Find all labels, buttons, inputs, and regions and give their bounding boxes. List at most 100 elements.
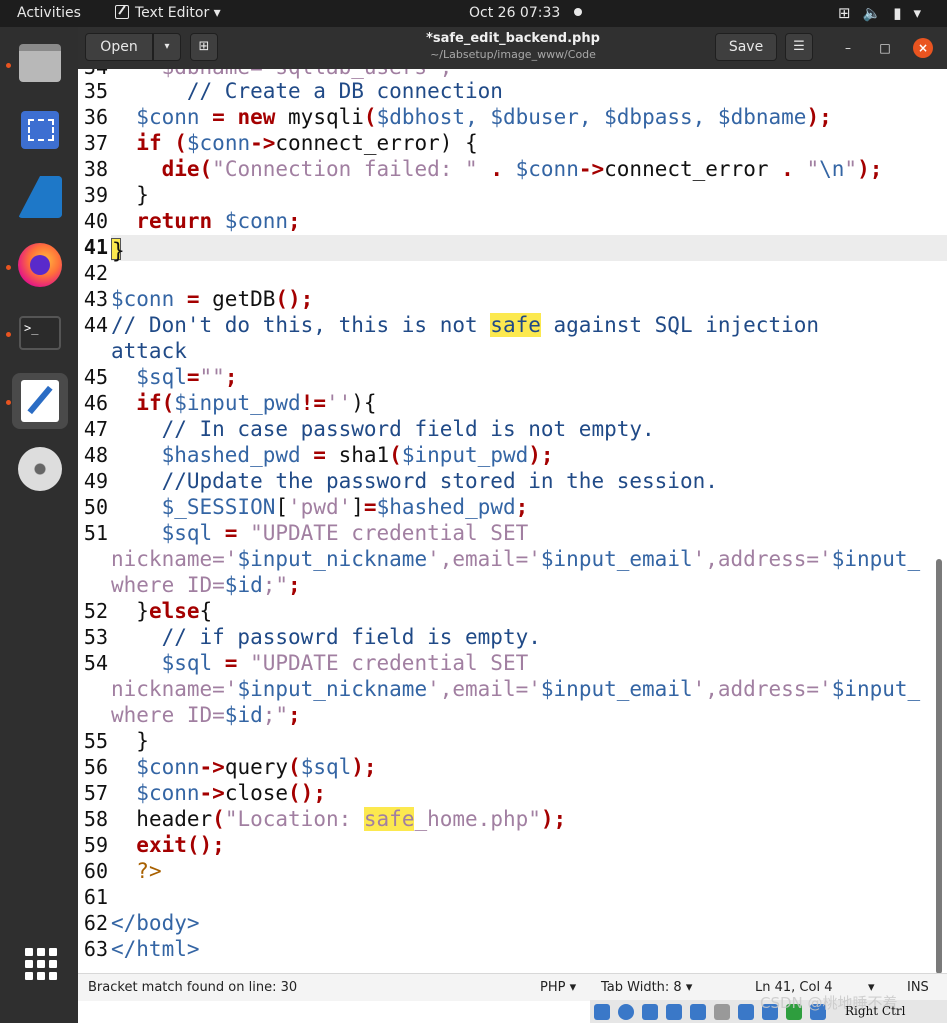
line-number: 51	[83, 521, 108, 545]
battery-icon: ▮	[893, 4, 902, 22]
shared-folder-icon[interactable]	[690, 1004, 706, 1020]
system-tray[interactable]: ⊞ 🔈 ▮ ▾	[838, 0, 933, 27]
chevron-down-icon: ▾	[213, 5, 221, 21]
code-token: $dbname="sqllab_users";	[111, 69, 453, 79]
code-token: }	[136, 599, 149, 623]
dock-disc[interactable]	[12, 441, 68, 497]
code-token: $_SESSION	[161, 495, 276, 519]
code-line: $dbname="sqllab_users";	[111, 69, 453, 79]
line-number: 59	[83, 833, 108, 857]
firefox-icon	[18, 243, 62, 287]
code-line: $sql = "UPDATE credential SET	[111, 651, 529, 675]
current-line-highlight	[111, 235, 947, 261]
running-indicator	[6, 400, 11, 405]
language-selector[interactable]: PHP ▾	[540, 974, 576, 1002]
close-button[interactable]: ×	[913, 38, 933, 58]
dock-files[interactable]	[12, 35, 68, 91]
code-line: </html>	[111, 937, 200, 961]
line-number: 53	[83, 625, 108, 649]
code-token: (	[161, 131, 187, 155]
code-token: ',email='	[427, 677, 541, 701]
text-editor-icon	[21, 380, 59, 422]
dock-screenshot[interactable]	[12, 102, 68, 158]
optical-drive-icon[interactable]	[618, 1004, 634, 1020]
code-token: =	[174, 287, 213, 311]
code-token: ();	[288, 781, 326, 805]
code-token: $hashed_pwd	[161, 443, 301, 467]
code-token: $conn	[186, 131, 251, 155]
window-subtitle: ~/Labsetup/image_www/Code	[430, 48, 596, 61]
code-line: $sql="";	[111, 365, 237, 389]
code-token: {	[199, 599, 213, 623]
code-token: ',address='	[692, 547, 832, 571]
save-button[interactable]: Save	[715, 33, 777, 61]
recording-icon[interactable]	[738, 1004, 754, 1020]
dock-firefox[interactable]	[12, 237, 68, 293]
open-button[interactable]: Open	[85, 33, 153, 61]
code-token: if	[136, 391, 162, 415]
dock-terminal[interactable]: >_	[12, 305, 68, 361]
code-line: $hashed_pwd = sha1($input_pwd);	[111, 443, 554, 467]
code-line-wrap: nickname='$input_nickname',email='$input…	[111, 677, 920, 701]
line-number: 47	[83, 417, 108, 441]
code-token: }	[136, 183, 149, 207]
code-token: (	[161, 391, 175, 415]
new-tab-button[interactable]: ⊞	[190, 33, 218, 61]
code-line: $_SESSION['pwd']=$hashed_pwd;	[111, 495, 529, 519]
tab-width-selector[interactable]: Tab Width: 8 ▾	[601, 974, 692, 1002]
running-indicator	[6, 332, 11, 337]
clock[interactable]: Oct 26 07:33	[469, 0, 583, 27]
maximize-button[interactable]: □	[875, 38, 895, 58]
screenshot-icon	[21, 111, 59, 149]
dock-text-editor[interactable]	[12, 373, 68, 429]
code-line-wrap: where ID=$id;";	[111, 703, 301, 727]
code-line: }	[111, 183, 149, 207]
code-token: ->	[250, 131, 276, 155]
code-token: nickname='	[111, 677, 238, 701]
search-match: safe	[363, 807, 415, 831]
chevron-down-icon: ▾	[164, 41, 170, 52]
running-indicator	[6, 265, 11, 270]
show-apps-grid-icon[interactable]	[25, 948, 57, 980]
vertical-scrollbar[interactable]	[936, 559, 942, 974]
line-number-current: 41	[83, 235, 108, 259]
code-line: // In case password field is not empty.	[111, 417, 655, 441]
display-icon[interactable]	[714, 1004, 730, 1020]
code-token: ();	[275, 287, 314, 311]
activities-button[interactable]: Activities	[17, 0, 81, 27]
code-token: close	[224, 781, 289, 805]
code-line: $conn->query($sql);	[111, 755, 376, 779]
code-token: $id	[224, 703, 263, 727]
dock-wireshark[interactable]	[12, 169, 68, 225]
app-menu[interactable]: Text Editor ▾	[115, 0, 221, 27]
code-token: ;	[224, 365, 238, 389]
maximize-icon: □	[879, 41, 891, 55]
usb-icon[interactable]	[594, 1004, 610, 1020]
code-token: where ID=	[111, 703, 225, 727]
code-comment: //Update the password stored in the sess…	[161, 469, 718, 493]
code-token: connect_error	[604, 157, 769, 181]
code-token: ->	[199, 755, 225, 779]
code-token: "UPDATE credential SET	[250, 651, 529, 675]
app-menu-label: Text Editor	[135, 5, 210, 21]
line-number: 42	[83, 261, 108, 285]
main-menu-button[interactable]: ☰	[785, 33, 813, 61]
network-adapter-icon[interactable]	[666, 1004, 682, 1020]
code-line: if($input_pwd!=''){	[111, 391, 376, 415]
code-token: else	[148, 599, 200, 623]
code-token: $sql	[161, 651, 213, 675]
wireshark-icon	[18, 176, 62, 218]
code-token: die	[161, 157, 200, 181]
code-token: new	[237, 105, 276, 129]
minimize-button[interactable]: –	[838, 38, 858, 58]
code-line: }	[111, 729, 149, 753]
insert-mode-indicator[interactable]: INS	[907, 974, 929, 1002]
notification-dot-icon	[574, 8, 583, 16]
open-menu-button[interactable]: ▾	[153, 33, 181, 61]
code-token: ''	[325, 391, 352, 415]
audio-icon[interactable]	[642, 1004, 658, 1020]
code-token: =	[212, 521, 251, 545]
network-icon: ⊞	[838, 4, 851, 22]
code-editor[interactable]: 34 $dbname="sqllab_users"; 35 // Create …	[78, 69, 947, 987]
close-icon: ×	[917, 41, 929, 55]
